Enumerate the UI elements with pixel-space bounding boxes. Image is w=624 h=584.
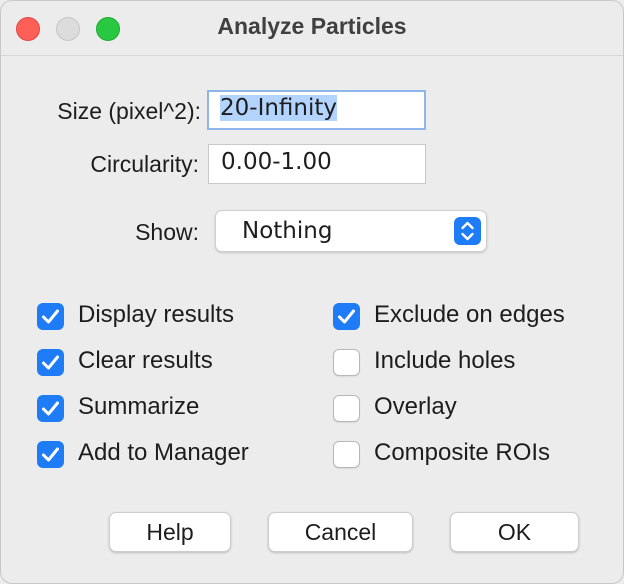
checkmark-icon [338, 309, 355, 324]
composite-rois-label: Composite ROIs [374, 439, 551, 466]
composite-rois-checkbox[interactable] [333, 441, 360, 468]
summarize-checkbox[interactable] [37, 395, 64, 422]
checkmark-icon [42, 447, 59, 462]
help-button[interactable]: Help [109, 512, 231, 552]
add-to-manager-label: Add to Manager [78, 439, 249, 466]
add-to-manager-checkbox[interactable] [37, 441, 64, 468]
overlay-checkbox[interactable] [333, 395, 360, 422]
display-results-label: Display results [78, 301, 235, 328]
include-holes-label: Include holes [374, 347, 516, 374]
circularity-input[interactable]: 0.00-1.00 [208, 144, 426, 184]
display-results-checkbox[interactable] [37, 303, 64, 330]
cancel-button[interactable]: Cancel [268, 512, 413, 552]
include-holes-checkbox[interactable] [333, 349, 360, 376]
show-select-value: Nothing [242, 218, 333, 244]
checkmark-icon [42, 309, 59, 324]
size-input-selected-text: 20-Infinity [220, 95, 338, 121]
checkmark-icon [42, 401, 59, 416]
analyze-particles-dialog: Analyze Particles Size (pixel^2): 20-Inf… [0, 0, 624, 584]
show-select[interactable]: Nothing [215, 210, 487, 252]
circularity-label: Circularity: [90, 151, 199, 177]
clear-results-checkbox[interactable] [37, 349, 64, 376]
clear-results-label: Clear results [78, 347, 213, 374]
exclude-on-edges-label: Exclude on edges [374, 301, 565, 328]
overlay-label: Overlay [374, 393, 457, 420]
up-down-chevron-icon [454, 217, 481, 245]
exclude-on-edges-checkbox[interactable] [333, 303, 360, 330]
summarize-label: Summarize [78, 393, 200, 420]
window-title: Analyze Particles [217, 13, 407, 39]
size-label: Size (pixel^2): [57, 98, 201, 124]
size-input[interactable]: 20-Infinity [207, 90, 426, 130]
ok-button[interactable]: OK [450, 512, 579, 552]
title-bar: Analyze Particles [1, 1, 623, 56]
show-label: Show: [135, 219, 199, 245]
checkmark-icon [42, 355, 59, 370]
